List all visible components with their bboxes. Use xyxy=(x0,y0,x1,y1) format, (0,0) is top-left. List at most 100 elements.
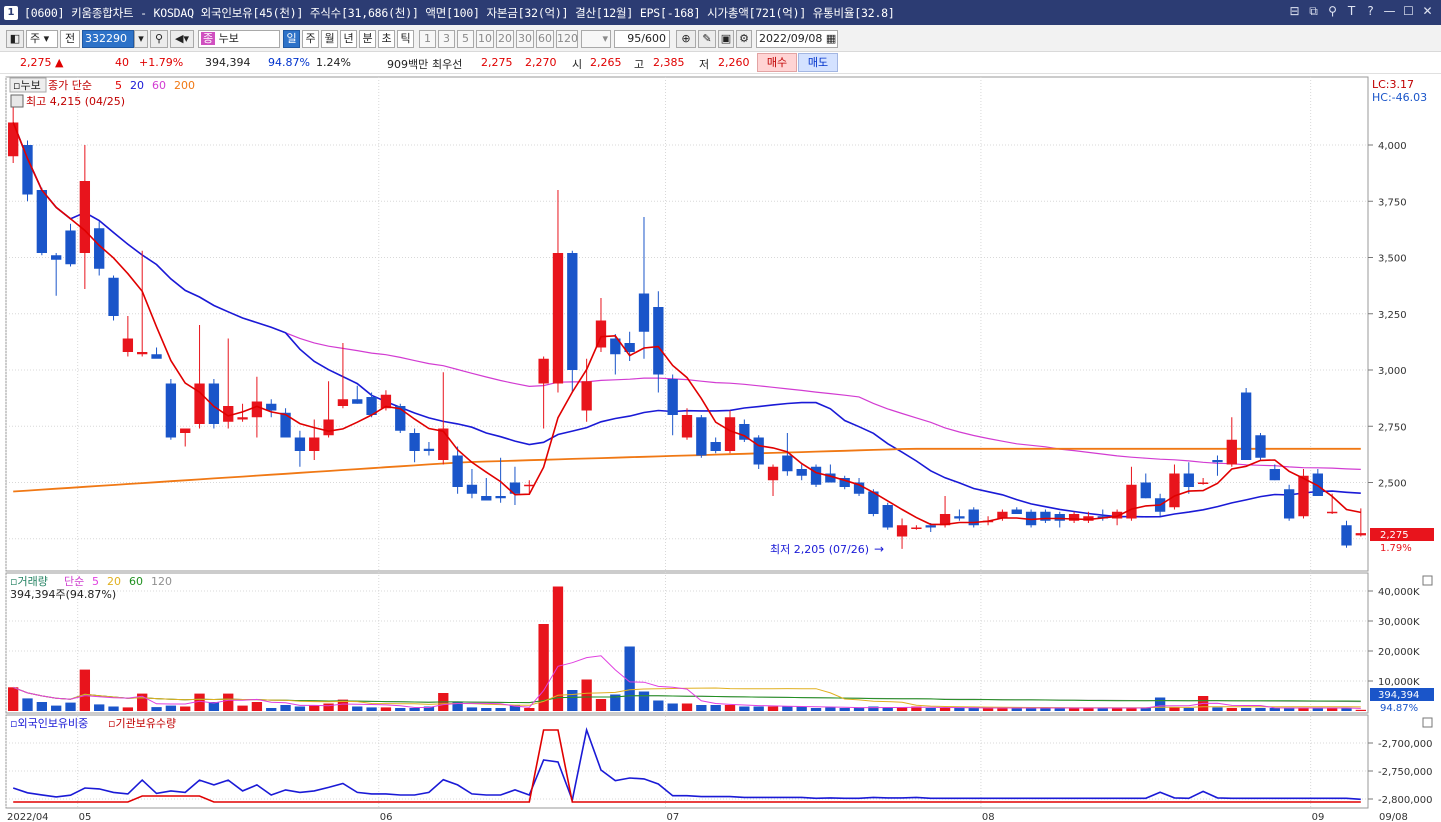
high-note: 최고 4,215 (04/25) xyxy=(26,95,125,108)
current-price: 2,275 ▲ xyxy=(20,56,63,69)
candle-body xyxy=(180,428,191,433)
candle-body xyxy=(8,122,19,157)
candle-body xyxy=(122,338,134,352)
stock-name-field[interactable]: 종 누보 xyxy=(198,30,280,48)
price-legend-ma5: 5 xyxy=(115,79,122,92)
period-tick[interactable]: 틱 xyxy=(397,30,414,48)
maximize-icon[interactable]: ☐ xyxy=(1401,3,1416,20)
font-icon[interactable]: T xyxy=(1344,3,1359,20)
market-select-value: 주 xyxy=(30,32,41,45)
volume-bar xyxy=(309,705,320,711)
open-label: 시 xyxy=(572,58,583,71)
code-scope-select[interactable]: 전 xyxy=(60,30,80,48)
save-icon[interactable]: ▣ xyxy=(718,30,734,48)
code-dropdown-icon[interactable]: ▾ xyxy=(134,30,148,48)
price-panel-frame xyxy=(5,76,1369,572)
candle-body xyxy=(796,469,807,476)
period-year[interactable]: 년 xyxy=(340,30,357,48)
volume-tick-label: 20,000K xyxy=(1378,647,1420,658)
volume-bar xyxy=(481,708,492,711)
volume-bar xyxy=(380,707,392,711)
date-field[interactable]: 2022/09/08 ▦ xyxy=(756,30,838,48)
period-day[interactable]: 일 xyxy=(283,30,300,48)
minute-opt-3[interactable]: 3 xyxy=(438,30,455,48)
favorite-badge-icon: 종 xyxy=(201,32,216,45)
data-count-field[interactable]: 95/600 xyxy=(614,30,670,48)
chart-area[interactable]: 4,000 3,750 3,500 3,250 3,000 2,750 2,500 ▫누보 종가… xyxy=(0,74,1441,822)
minute-opt-10[interactable]: 10 xyxy=(476,30,494,48)
buy-button[interactable]: 매수 xyxy=(757,53,797,72)
volume-bar xyxy=(1169,707,1180,711)
candle-body xyxy=(1197,482,1209,484)
candle-body xyxy=(165,383,177,438)
volume-bar xyxy=(352,706,363,711)
investor-tick-label: -2,750,000 xyxy=(1378,767,1433,778)
candle-body xyxy=(1212,460,1223,463)
volume-bar xyxy=(94,704,105,711)
sound-icon[interactable]: ◀▾ xyxy=(170,30,194,48)
current-pct-tag-text: 1.79% xyxy=(1380,543,1412,554)
price-change: 40 xyxy=(115,56,129,69)
candle-body xyxy=(79,181,91,253)
help-icon[interactable]: ? xyxy=(1363,3,1378,20)
calendar-icon[interactable]: ▦ xyxy=(826,32,836,45)
volume-bar xyxy=(954,708,965,711)
candle-body xyxy=(638,293,650,332)
stock-chart[interactable]: 4,000 3,750 3,500 3,250 3,000 2,750 2,500 ▫누보 종가… xyxy=(0,74,1441,822)
volume-tick-label: 10,000K xyxy=(1378,677,1420,688)
volume-bar xyxy=(22,698,33,711)
volume-bar xyxy=(108,706,119,711)
candle-body xyxy=(1140,482,1151,499)
volume-bar xyxy=(165,705,177,711)
volume-bar xyxy=(567,690,578,711)
period-month[interactable]: 월 xyxy=(321,30,338,48)
volume-bar xyxy=(853,708,865,711)
volume-bar xyxy=(366,707,377,711)
candle-body xyxy=(1283,489,1295,519)
title-buttons: ⊟ ⧉ ⚲ T ? — ☐ ✕ xyxy=(1287,3,1435,20)
volume-bar xyxy=(65,702,76,711)
minute-opt-5[interactable]: 5 xyxy=(457,30,474,48)
price-panel-name: ▫누보 xyxy=(13,79,41,92)
market-select[interactable]: 주 ▾ xyxy=(26,30,58,48)
search-icon[interactable]: ⚲ xyxy=(150,30,168,48)
interval-dropdown[interactable]: ▾ xyxy=(581,30,611,48)
bid-price: 2,270 xyxy=(525,56,557,69)
minute-opt-30[interactable]: 30 xyxy=(516,30,534,48)
current-price-tag-text: 2,275 xyxy=(1380,530,1409,541)
sell-button[interactable]: 매도 xyxy=(798,53,838,72)
period-second[interactable]: 초 xyxy=(378,30,395,48)
candle-body xyxy=(1341,525,1352,546)
quote-bar: 2,275 ▲ 40 +1.79% 394,394 94.87% 1.24% 9… xyxy=(0,52,1441,74)
price-change-pct: +1.79% xyxy=(139,56,184,69)
restore-window-icon[interactable]: ⧉ xyxy=(1306,3,1321,20)
minute-opt-1[interactable]: 1 xyxy=(419,30,436,48)
minute-opt-60[interactable]: 60 xyxy=(536,30,554,48)
minute-opt-120[interactable]: 120 xyxy=(556,30,578,48)
layout-icon[interactable]: ⊟ xyxy=(1287,3,1302,20)
x-axis-label: 06 xyxy=(380,812,393,822)
pin-icon[interactable]: ⚲ xyxy=(1325,3,1340,20)
period-week[interactable]: 주 xyxy=(302,30,319,48)
window-title: [0600] 키움종합차트 - KOSDAQ 외국인보유[45(천)] 주식수[… xyxy=(24,5,895,20)
chart-settings-icon[interactable]: ◧ xyxy=(6,30,24,48)
close-icon[interactable]: ✕ xyxy=(1420,3,1435,20)
gear-icon[interactable]: ⚙ xyxy=(736,30,752,48)
volume-bar xyxy=(1355,709,1366,711)
candle-body xyxy=(251,401,263,418)
candle-body xyxy=(710,442,721,451)
minimize-icon[interactable]: — xyxy=(1382,3,1397,20)
volume-bar xyxy=(294,706,306,711)
period-minute[interactable]: 분 xyxy=(359,30,376,48)
price-tick-label: 2,750 xyxy=(1378,422,1407,433)
draw-tool-icon[interactable]: ✎ xyxy=(698,30,716,48)
candle-body xyxy=(882,505,893,528)
price-legend-label: 종가 단순 xyxy=(48,79,92,92)
candle-body xyxy=(309,437,320,451)
candle-body xyxy=(337,399,349,406)
code-input[interactable]: 332290 xyxy=(82,30,134,48)
indicator-add-icon[interactable]: ⊕ xyxy=(676,30,696,48)
volume-bar xyxy=(538,624,549,711)
minute-opt-20[interactable]: 20 xyxy=(496,30,514,48)
candle-body xyxy=(51,255,62,260)
